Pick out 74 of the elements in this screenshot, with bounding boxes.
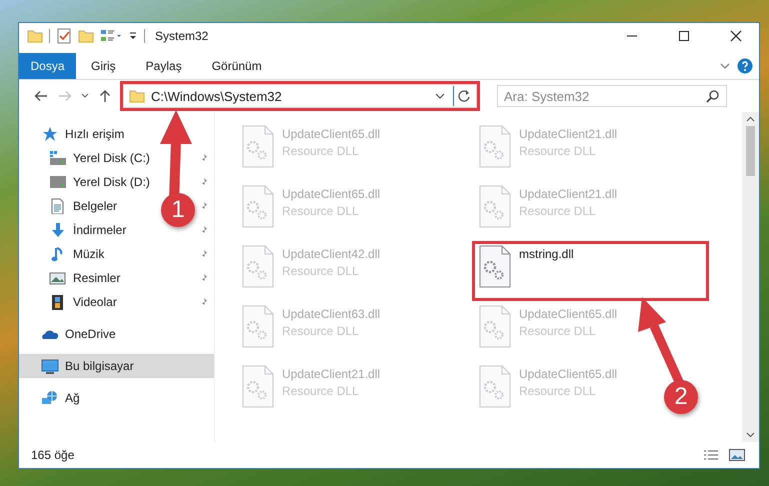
drive-icon <box>49 174 67 190</box>
forward-arrow-icon <box>58 90 72 102</box>
gear-file-icon <box>478 245 512 289</box>
sidebar-item[interactable]: Ağ <box>19 386 84 410</box>
file-name: UpdateClient63.dll <box>282 307 380 321</box>
sidebar-item[interactable]: Müzik <box>19 242 108 266</box>
file-name: UpdateClient65.dll <box>519 307 618 321</box>
file-name: UpdateClient42.dll <box>282 247 380 261</box>
gear-file-icon <box>478 185 512 229</box>
up-arrow-icon <box>99 89 111 103</box>
file-type: Resource DLL <box>519 144 597 158</box>
file-type: Resource DLL <box>519 324 597 338</box>
search-field[interactable]: Ara: System32 <box>497 85 727 107</box>
folder-icon <box>129 88 145 104</box>
sidebar-item[interactable]: Yerel Disk (D:) <box>19 170 154 194</box>
gear-file-icon <box>241 185 275 229</box>
large-icons-view-icon[interactable] <box>729 449 745 461</box>
scroll-down-icon[interactable] <box>746 432 755 438</box>
sidebar-item[interactable]: İndirmeler <box>19 218 130 242</box>
file-type: Resource DLL <box>282 384 360 398</box>
item-count: 165 öğe <box>31 448 76 462</box>
address-bar[interactable]: C:\Windows\System32 <box>123 84 477 108</box>
sidebar-item[interactable]: OneDrive <box>19 322 120 346</box>
gear-file-icon <box>478 305 512 349</box>
gear-file-icon <box>478 365 512 409</box>
file-name: UpdateClient65.dll <box>282 187 380 201</box>
scrollbar[interactable] <box>742 112 759 442</box>
sidebar-item[interactable]: Hızlı erişim <box>19 122 128 146</box>
ribbon-tab[interactable]: Giriş <box>76 53 131 79</box>
file-name: UpdateClient21.dll <box>519 127 618 141</box>
gear-file-icon <box>241 125 275 169</box>
sidebar-item[interactable]: Videolar <box>19 290 121 314</box>
sidebar-item[interactable]: Resimler <box>19 266 124 290</box>
details-view-icon[interactable] <box>703 449 719 461</box>
file-name: UpdateClient21.dll <box>282 367 380 381</box>
properties-icon[interactable] <box>56 28 72 44</box>
ribbon-tab[interactable]: Görünüm <box>196 53 277 79</box>
star-icon <box>41 126 59 142</box>
maximize-icon <box>678 30 690 42</box>
sidebar-item[interactable]: Yerel Disk (C:) <box>19 146 154 170</box>
caret-icon <box>81 93 89 99</box>
drive-icon <box>49 150 67 166</box>
view-options-icon[interactable] <box>100 28 122 44</box>
sidebar-item[interactable]: Bu bilgisayar <box>19 354 214 378</box>
file-name: UpdateClient65.dll <box>282 127 380 141</box>
gear-file-icon <box>478 125 512 169</box>
file-type: Resource DLL <box>519 384 597 398</box>
file-menu-tab[interactable]: Dosya <box>19 53 76 79</box>
close-icon <box>730 30 742 42</box>
gear-file-icon <box>241 245 275 289</box>
file-name: UpdateClient65.dll <box>519 367 618 381</box>
search-icon <box>706 89 720 103</box>
scrollbar-thumb[interactable] <box>746 126 755 176</box>
file-name: UpdateClient21.dll <box>519 187 618 201</box>
file-type: Resource DLL <box>519 204 597 218</box>
file-type: Resource DLL <box>282 264 360 278</box>
file-type: Resource DLL <box>282 204 360 218</box>
picture-icon <box>49 270 67 286</box>
scroll-up-icon[interactable] <box>746 116 755 122</box>
ribbon-tab[interactable]: Paylaş <box>130 53 197 79</box>
gear-file-icon <box>241 305 275 349</box>
file-type: Resource DLL <box>282 324 360 338</box>
file-tile[interactable]: mstring.dll <box>472 241 709 301</box>
help-icon[interactable] <box>737 58 753 74</box>
back-arrow-icon <box>34 90 48 102</box>
dropdown-caret-icon[interactable] <box>435 93 445 99</box>
file-name: mstring.dll <box>519 247 574 261</box>
monitor-icon <box>41 358 59 374</box>
down-arrow-icon <box>49 222 67 238</box>
sidebar-item[interactable]: Belgeler <box>19 194 122 218</box>
window-title: System32 <box>155 29 208 43</box>
gear-file-icon <box>241 365 275 409</box>
file-type: Resource DLL <box>282 144 360 158</box>
network-icon <box>41 390 59 406</box>
